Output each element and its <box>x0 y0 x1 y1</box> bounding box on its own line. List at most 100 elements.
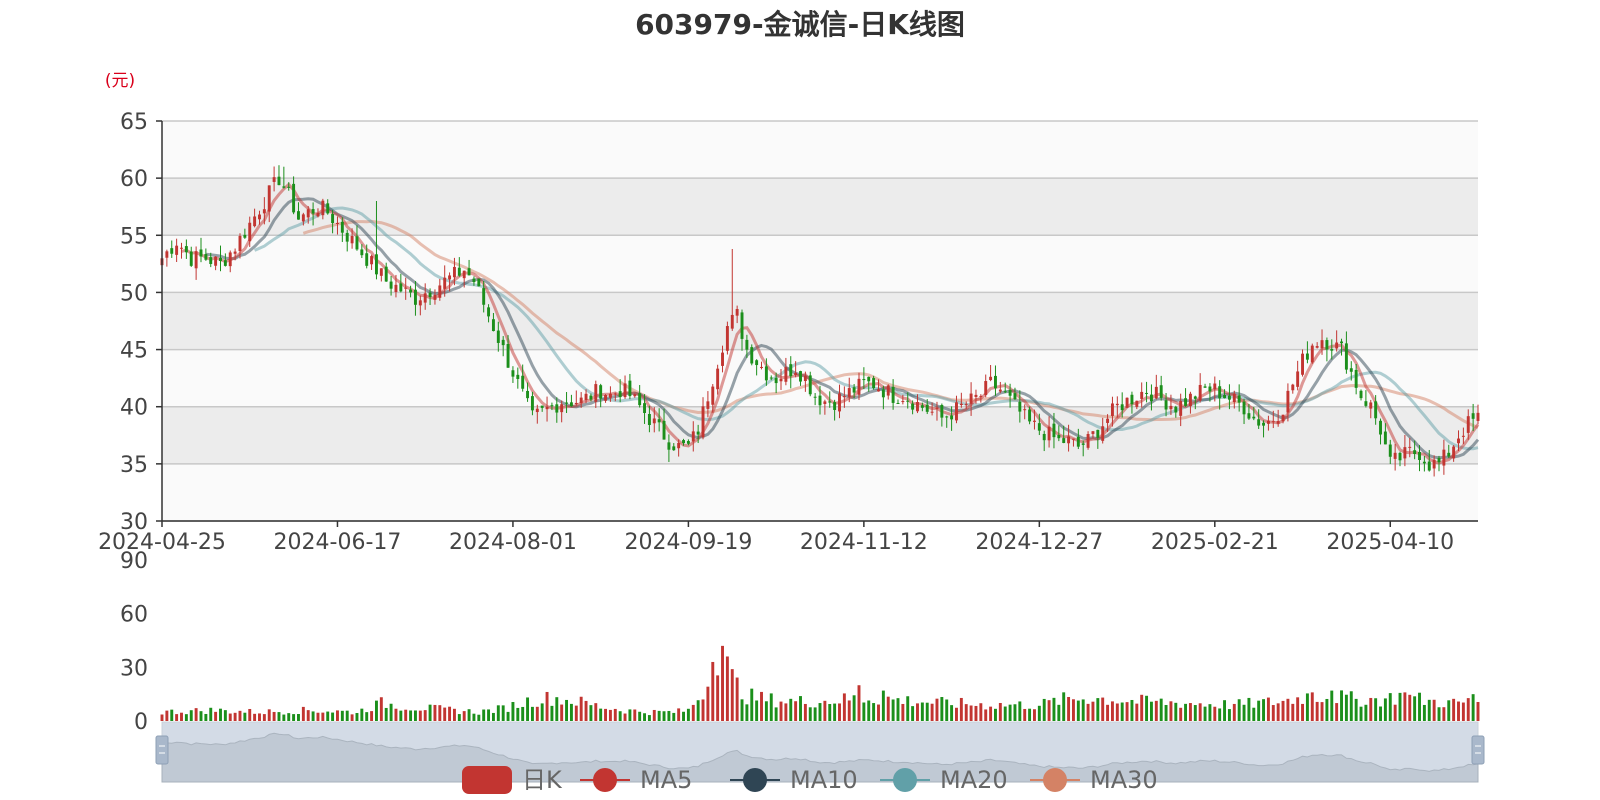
candle-body <box>911 403 915 410</box>
volume-bar <box>672 712 676 721</box>
volume-bar <box>633 709 637 721</box>
candle-body <box>838 393 841 412</box>
volume-bar <box>682 711 685 721</box>
volume-y-axis: 0 30 60 90 <box>120 549 148 735</box>
legend-label: MA20 <box>940 766 1008 794</box>
x-tick-label: 2025-02-21 <box>1151 530 1279 555</box>
volume-bar <box>730 669 734 721</box>
candle-body <box>1374 401 1378 419</box>
candle-body <box>1096 429 1100 438</box>
candle-body <box>360 249 364 256</box>
candle-body <box>740 312 744 339</box>
candle-body <box>1422 461 1426 464</box>
candle-body <box>184 246 188 253</box>
volume-bar <box>750 688 754 721</box>
chart-title: 603979-金诚信-日K线图 <box>635 8 965 41</box>
candle-body <box>477 278 481 287</box>
volume-bar <box>175 714 179 721</box>
volume-bar <box>496 705 500 721</box>
volume-bar <box>262 714 266 721</box>
volume-bar <box>253 713 257 721</box>
candle-body <box>550 405 554 407</box>
volume-bar <box>1398 692 1402 721</box>
candle-body <box>1335 342 1339 349</box>
candle-body <box>701 406 705 438</box>
volume-bar <box>799 696 802 721</box>
candle-body <box>1325 340 1329 350</box>
candle-body <box>1203 386 1207 388</box>
candle-body <box>945 416 949 418</box>
volume-bar <box>321 712 325 721</box>
candle-body <box>530 396 534 411</box>
candle-body <box>1067 436 1071 444</box>
slider-handle-right[interactable] <box>1471 735 1485 765</box>
candle-body <box>613 393 617 395</box>
volume-bar <box>248 708 252 721</box>
volume-bar <box>1364 704 1368 721</box>
candle-body <box>1432 459 1436 469</box>
candle-body <box>214 256 218 266</box>
volume-bar <box>1325 698 1329 721</box>
candle-body <box>1349 368 1353 372</box>
volume-bar <box>906 696 910 721</box>
candle-body <box>769 377 773 379</box>
slider-handle-left[interactable] <box>155 735 169 765</box>
candle-body <box>1076 436 1080 447</box>
volume-bar <box>1188 703 1192 721</box>
candle-body <box>828 401 832 403</box>
volume-bar <box>613 708 617 721</box>
candle-body <box>1403 447 1407 459</box>
volume-bar <box>1169 701 1173 721</box>
candle-body <box>657 419 661 423</box>
volume-bar <box>1471 694 1475 721</box>
candlestick <box>725 321 729 355</box>
candle-body <box>526 390 530 399</box>
candle-body <box>272 177 276 182</box>
candle-body <box>808 375 812 395</box>
volume-bar <box>657 710 661 721</box>
candle-body <box>379 268 383 276</box>
candle-body <box>228 252 232 267</box>
candle-body <box>794 372 798 376</box>
candle-body <box>1223 395 1227 399</box>
candlestick <box>808 371 812 397</box>
volume-bar <box>1023 708 1027 721</box>
volume-bar <box>755 700 759 721</box>
volume-bar <box>374 700 378 721</box>
candle-body <box>297 211 300 220</box>
volume-bars <box>160 645 1480 721</box>
candle-body <box>628 380 632 397</box>
candle-body <box>496 330 500 343</box>
volume-bar <box>1193 705 1197 721</box>
candle-body <box>1408 446 1412 448</box>
candle-body <box>784 367 788 382</box>
volume-bar <box>1330 690 1334 721</box>
candle-body <box>204 254 208 260</box>
volume-bar <box>1310 692 1314 721</box>
candle-body <box>1213 383 1217 390</box>
volume-bar <box>662 711 666 721</box>
candle-body <box>189 251 193 266</box>
volume-bar <box>1354 698 1358 721</box>
candle-body <box>472 278 476 283</box>
volume-bar <box>516 707 520 721</box>
volume-bar <box>360 708 364 721</box>
candle-body <box>940 405 944 418</box>
candle-body <box>350 236 354 244</box>
volume-bar <box>955 707 958 721</box>
candle-body <box>340 221 344 233</box>
candle-body <box>682 440 685 444</box>
volume-bar <box>872 703 876 721</box>
candle-body <box>540 405 544 408</box>
volume-bar <box>1120 702 1124 721</box>
candle-body <box>565 402 569 404</box>
candle-body <box>1427 461 1431 471</box>
volume-bar <box>1057 704 1061 721</box>
candle-body <box>979 396 983 398</box>
candle-body <box>691 431 695 442</box>
candle-body <box>925 404 929 412</box>
candle-body <box>1184 398 1188 406</box>
volume-bar <box>560 704 564 721</box>
candle-body <box>1266 420 1270 424</box>
volume-bar <box>228 713 232 721</box>
